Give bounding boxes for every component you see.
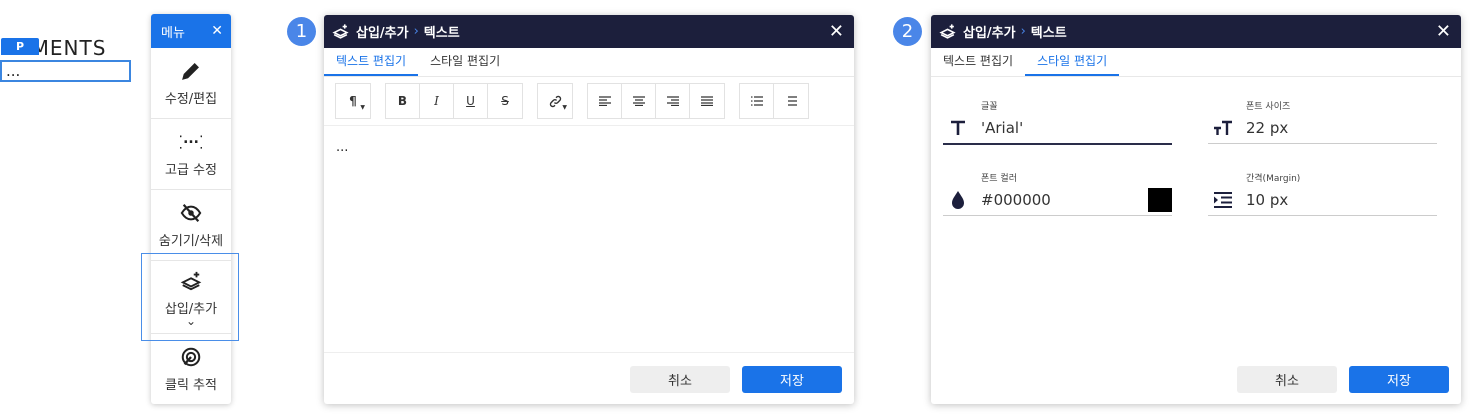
font-size-label: 폰트 사이즈	[1246, 102, 1291, 112]
element-type-badge: P	[1, 38, 39, 55]
font-size-value: 22 px	[1246, 119, 1289, 137]
text-editor-dialog: 삽입/추가 › 텍스트 ✕ 텍스트 편집기 스타일 편집기 ¶ ▼ B I U S…	[324, 15, 854, 404]
step-2-badge: 2	[893, 17, 922, 46]
cancel-button[interactable]: 취소	[1237, 365, 1337, 393]
margin-field: 간격(Margin) 10 px	[1208, 171, 1437, 216]
insert-item-highlight	[141, 253, 239, 341]
numbered-list-icon	[788, 96, 797, 106]
svg-text:{···}: {···}	[180, 134, 202, 150]
font-color-field: 폰트 컬러 #000000	[943, 171, 1172, 216]
font-size-field: 폰트 사이즈 22 px	[1208, 99, 1437, 144]
align-justify-icon	[701, 96, 713, 106]
editor-tabs: 텍스트 편집기 스타일 편집기	[931, 48, 1461, 77]
style-fields: 글꼴 'Arial' 폰트 사이즈 22 px 폰트 컬러 #000000 간격…	[931, 77, 1461, 353]
dialog-header: 삽입/추가 › 텍스트 ✕	[931, 15, 1461, 48]
tab-text-editor[interactable]: 텍스트 편집기	[324, 52, 419, 76]
align-left-icon	[598, 96, 611, 106]
font-field: 글꼴 'Arial'	[943, 99, 1172, 145]
font-input[interactable]: 'Arial'	[943, 113, 1172, 145]
caret-icon: ▼	[562, 104, 567, 111]
tab-style-editor[interactable]: 스타일 편집기	[1025, 52, 1120, 76]
bullet-list-icon	[750, 96, 763, 106]
selected-element[interactable]: ...	[0, 60, 131, 82]
align-justify-button[interactable]	[690, 84, 724, 118]
caret-icon: ▼	[360, 104, 365, 111]
layers-plus-icon	[939, 24, 956, 39]
formatting-toolbar: ¶ ▼ B I U S ▼	[324, 77, 854, 126]
cancel-button[interactable]: 취소	[630, 365, 730, 393]
target-icon	[181, 347, 201, 366]
text-type-icon	[943, 119, 973, 137]
align-center-icon	[632, 96, 645, 106]
font-field-label: 글꼴	[981, 102, 998, 112]
eye-off-icon	[180, 203, 202, 222]
style-editor-dialog: 삽입/추가 › 텍스트 ✕ 텍스트 편집기 스타일 편집기 글꼴 'Arial'…	[931, 15, 1461, 404]
menu-item-hide-delete[interactable]: 숨기기/삭제	[151, 190, 231, 261]
numbered-list-button[interactable]	[774, 84, 808, 118]
text-editor-area[interactable]: ...	[324, 126, 854, 353]
menu-title: 메뉴	[161, 25, 185, 41]
breadcrumb-separator: ›	[1020, 24, 1026, 39]
bullet-list-button[interactable]	[740, 84, 774, 118]
align-right-button[interactable]	[656, 84, 690, 118]
color-swatch[interactable]	[1148, 188, 1172, 212]
close-icon[interactable]: ✕	[829, 21, 844, 42]
save-button[interactable]: 저장	[742, 365, 842, 393]
menu-close-icon[interactable]: ✕	[211, 23, 223, 39]
bold-button[interactable]: B	[386, 84, 420, 118]
breadcrumb-parent: 삽입/추가	[356, 26, 409, 41]
tab-style-editor[interactable]: 스타일 편집기	[418, 52, 512, 76]
link-button[interactable]: ▼	[538, 84, 572, 118]
indent-icon	[1208, 192, 1238, 208]
menu-item-label: 수정/편집	[164, 91, 218, 107]
strikethrough-button[interactable]: S	[488, 84, 522, 118]
save-button[interactable]: 저장	[1349, 365, 1449, 393]
align-right-icon	[666, 96, 679, 106]
menu-item-edit[interactable]: 수정/편집	[151, 48, 231, 119]
margin-value: 10 px	[1246, 191, 1289, 209]
link-icon	[549, 95, 561, 107]
align-left-button[interactable]	[588, 84, 622, 118]
italic-button[interactable]: I	[420, 84, 454, 118]
margin-label: 간격(Margin)	[1246, 174, 1301, 184]
editor-tabs: 텍스트 편집기 스타일 편집기	[324, 48, 854, 77]
context-menu: 메뉴 ✕ 수정/편집 {···} 고급 수정 숨기기/삭제 삽입/추가 ⌄ 클릭…	[151, 14, 231, 404]
strikethrough-icon: S	[501, 94, 509, 108]
margin-input[interactable]: 10 px	[1208, 185, 1437, 216]
menu-item-label: 클릭 추적	[165, 377, 217, 393]
breadcrumb-current: 텍스트	[423, 26, 460, 41]
step-1-badge: 1	[287, 17, 316, 46]
breadcrumb-current: 텍스트	[1030, 26, 1067, 41]
water-drop-icon	[943, 190, 973, 210]
dialog-footer: 취소 저장	[324, 353, 854, 404]
align-center-button[interactable]	[622, 84, 656, 118]
close-icon[interactable]: ✕	[1436, 21, 1451, 42]
italic-icon: I	[434, 94, 439, 108]
menu-item-click-tracking[interactable]: 클릭 추적	[151, 334, 231, 404]
layers-plus-icon	[332, 24, 349, 39]
dialog-header: 삽입/추가 › 텍스트 ✕	[324, 15, 854, 48]
tab-text-editor[interactable]: 텍스트 편집기	[931, 52, 1025, 76]
font-color-label: 폰트 컬러	[981, 174, 1017, 184]
font-size-input[interactable]: 22 px	[1208, 113, 1437, 144]
menu-item-advanced-edit[interactable]: {···} 고급 수정	[151, 119, 231, 190]
menu-item-label: 숨기기/삭제	[158, 233, 224, 249]
underline-icon: U	[466, 94, 475, 108]
breadcrumb-separator: ›	[413, 24, 419, 39]
breadcrumb-parent: 삽입/추가	[963, 26, 1016, 41]
font-color-value: #000000	[981, 191, 1051, 209]
bold-icon: B	[397, 94, 408, 108]
paragraph-icon: ¶	[349, 94, 357, 108]
font-value: 'Arial'	[981, 119, 1024, 137]
dialog-footer: 취소 저장	[931, 353, 1461, 404]
code-braces-icon: {···}	[180, 134, 202, 150]
menu-header: 메뉴 ✕	[151, 14, 231, 48]
underline-button[interactable]: U	[454, 84, 488, 118]
pencil-icon	[182, 62, 199, 80]
paragraph-format-button[interactable]: ¶ ▼	[336, 84, 370, 118]
menu-item-label: 고급 수정	[165, 162, 217, 178]
font-color-input[interactable]: #000000	[943, 185, 1172, 216]
font-size-icon	[1208, 119, 1238, 137]
